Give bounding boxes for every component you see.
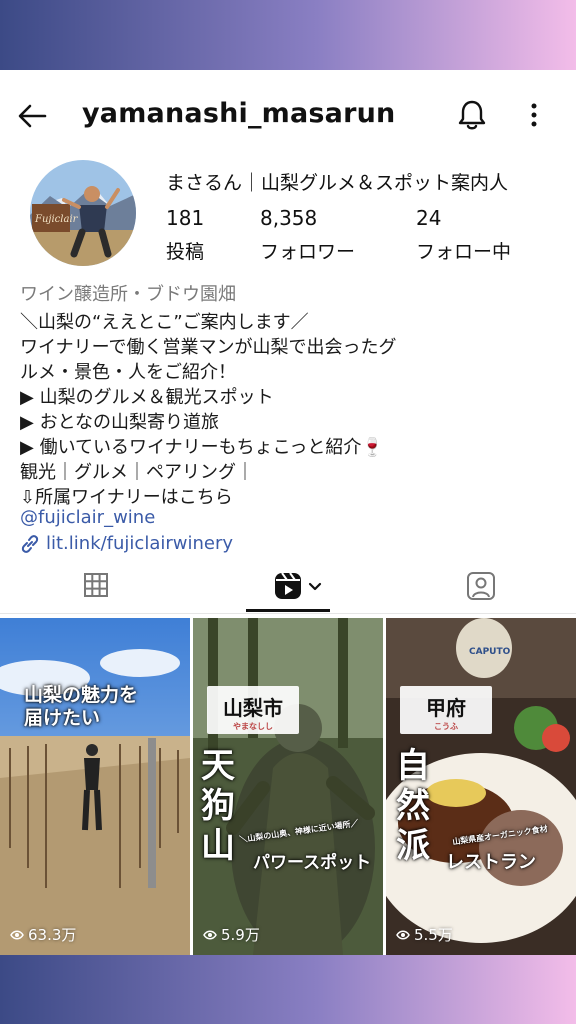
bio-line: ▶ 山梨のグルメ＆観光スポット [20, 387, 274, 408]
title-char: 天 [201, 746, 235, 786]
bio-line: ▶ 働いているワイナリーもちょこっと紹介🍷 [20, 437, 384, 458]
avatar-sign-text: Fujiclair [34, 214, 79, 225]
external-link-text: lit.link/fujiclairwinery [46, 533, 234, 554]
view-count-text: 63.3万 [28, 926, 77, 944]
eye-icon [396, 930, 410, 939]
external-link[interactable]: lit.link/fujiclairwinery [20, 533, 233, 554]
profile-screen: yamanashi_masarun Fujiclair まさるん｜山梨グルメ＆ス… [0, 70, 576, 955]
display-name: まさるん｜山梨グルメ＆スポット案内人 [166, 172, 509, 194]
location-tag: 甲府 こうふ [400, 686, 492, 734]
eye-icon [10, 930, 24, 939]
reel-tile[interactable]: 山梨の魅力を 届けたい 63.3万 [0, 618, 190, 955]
mention-link[interactable]: @fujiclair_wine [20, 507, 155, 528]
profile-category: ワイン醸造所・ブドウ園畑 [20, 284, 236, 305]
title-char: 山 [201, 826, 235, 866]
reel-subtitle: レストラン [446, 852, 536, 873]
posts-label: 投稿 [166, 241, 205, 263]
more-options-icon[interactable] [522, 100, 546, 130]
reel-title-vertical: 自 然 派 [396, 746, 430, 866]
title-char: 然 [396, 786, 430, 826]
profile-bio: ＼山梨の“ええとこ”ご案内します／ ワイナリーで働く営業マンが山梨で出会ったグ … [20, 310, 560, 510]
bell-icon[interactable] [456, 98, 488, 132]
bio-line: ワイナリーで働く営業マンが山梨で出会ったグ [20, 337, 397, 358]
bio-line: ＼山梨の“ええとこ”ご案内します／ [20, 312, 309, 333]
view-count: 5.5万 [396, 924, 453, 945]
top-bar: yamanashi_masarun [0, 70, 576, 162]
following-count: 24 [416, 206, 442, 230]
tagged-icon[interactable] [465, 568, 497, 602]
stat-followers[interactable]: 8,358 フォロワー [260, 206, 355, 264]
view-count-text: 5.5万 [414, 926, 453, 944]
bottom-gradient-band [0, 955, 576, 1024]
location-tag-name: 山梨市 [223, 696, 283, 720]
back-arrow-icon[interactable] [16, 100, 48, 132]
bio-line: ▶ おとなの山梨寄り道旅 [20, 412, 220, 433]
reel-caption: 山梨の魅力を 届けたい [24, 684, 139, 729]
content-tabs [0, 558, 576, 614]
eye-icon [203, 930, 217, 939]
stat-following[interactable]: 24 フォロー中 [416, 206, 511, 264]
grid-icon[interactable] [82, 568, 110, 602]
link-icon [21, 534, 39, 553]
location-tag-reading: こうふ [434, 722, 458, 731]
reels-icon [275, 572, 322, 599]
avatar[interactable]: Fujiclair [30, 160, 136, 266]
active-tab-indicator [246, 609, 330, 612]
reel-tile[interactable]: 山梨市 やまなしし 天 狗 山 ＼山梨の山奥、神様に近い場所／ パワースポット … [193, 618, 383, 955]
reel-thumbnail [0, 618, 190, 955]
reel-tile[interactable]: CAPUTO 甲府 こうふ 自 然 派 山梨県産オーガニック食材 レストラン 5… [386, 618, 576, 955]
top-gradient-band [0, 0, 576, 70]
location-tag: 山梨市 やまなしし [207, 686, 299, 734]
posts-count: 181 [166, 206, 205, 230]
followers-label: フォロワー [260, 241, 356, 263]
bottle-label-text: CAPUTO [469, 647, 511, 657]
reel-subtitle: パワースポット [253, 853, 372, 873]
title-char: 狗 [201, 786, 235, 826]
bio-line: 観光｜グルメ｜ペアリング｜ [20, 462, 254, 483]
title-char: 派 [396, 826, 430, 866]
tab-reels[interactable] [272, 568, 332, 602]
location-tag-name: 甲府 [426, 696, 466, 720]
stat-posts[interactable]: 181 投稿 [166, 206, 204, 264]
followers-count: 8,358 [260, 206, 318, 230]
view-count: 63.3万 [10, 924, 76, 945]
reel-title-vertical: 天 狗 山 [201, 746, 235, 866]
bio-line: ルメ・景色・人をご紹介！ [20, 362, 236, 383]
view-count-text: 5.9万 [221, 926, 260, 944]
location-tag-reading: やまなしし [233, 722, 273, 731]
view-count: 5.9万 [203, 924, 260, 945]
title-char: 自 [396, 746, 430, 786]
following-label: フォロー中 [416, 241, 512, 263]
profile-username: yamanashi_masarun [82, 98, 396, 129]
